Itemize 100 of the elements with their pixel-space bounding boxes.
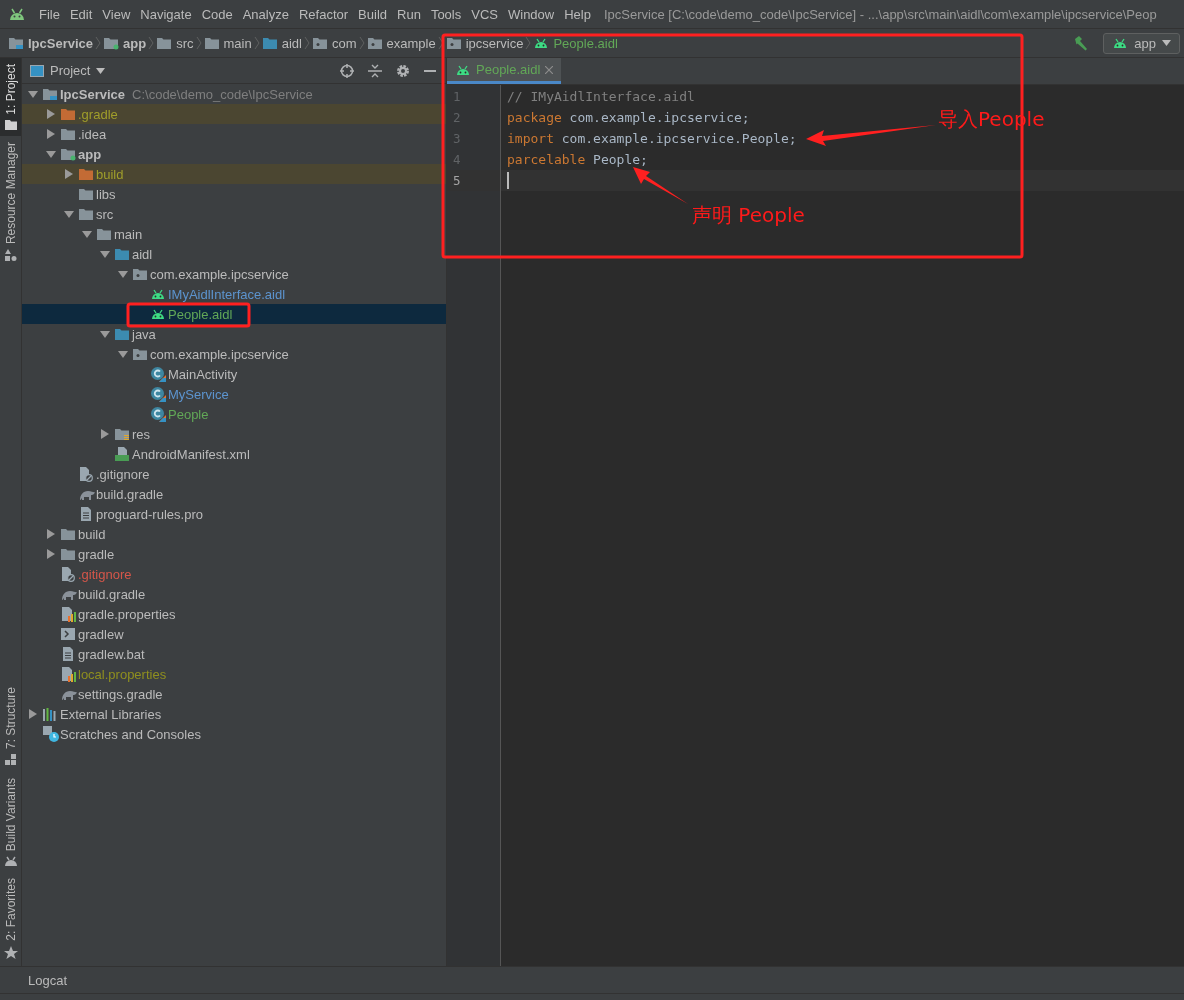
tree-row[interactable]: IMyAidlInterface.aidl (22, 284, 446, 304)
tree-row[interactable]: local.properties (22, 664, 446, 684)
expand-arrow-icon[interactable] (46, 129, 56, 139)
tool-window-tab[interactable]: 2: Favorites (0, 872, 21, 966)
annotation-arrow (633, 167, 688, 204)
tree-row[interactable]: gradlew.bat (22, 644, 446, 664)
tree-row[interactable]: gradle (22, 544, 446, 564)
tree-row[interactable]: People.aidl (22, 304, 446, 324)
expand-arrow-icon[interactable] (100, 429, 110, 439)
run-configuration-dropdown[interactable]: app (1103, 32, 1180, 54)
tree-row[interactable]: com.example.ipcservice (22, 344, 446, 364)
breadcrumb[interactable]: IpcService (8, 35, 94, 51)
android-icon (533, 37, 550, 49)
breadcrumb[interactable]: example (366, 35, 436, 51)
tree-row[interactable]: People (22, 404, 446, 424)
hammer-icon[interactable] (1073, 35, 1090, 51)
tree-row[interactable]: build (22, 164, 446, 184)
close-icon[interactable] (545, 65, 554, 74)
tree-row[interactable]: proguard-rules.pro (22, 504, 446, 524)
tree-item-label: res (132, 426, 151, 442)
menu-item[interactable]: Edit (64, 6, 98, 22)
collapse-arrow-icon[interactable] (100, 329, 110, 339)
project-path: C:\code\demo_code\IpcService (132, 86, 313, 102)
tree-item-label: proguard-rules.pro (96, 506, 203, 522)
expand-arrow-icon[interactable] (64, 169, 74, 179)
tree-item-label: src (96, 206, 114, 222)
tree-row[interactable]: settings.gradle (22, 684, 446, 704)
tree-row[interactable]: java (22, 324, 446, 344)
tree-row[interactable]: IpcService C:\code\demo_code\IpcService (22, 84, 446, 104)
menu-item[interactable]: View (97, 6, 136, 22)
menu-item[interactable]: Run (392, 6, 426, 22)
tree-row[interactable]: build (22, 524, 446, 544)
breadcrumb[interactable]: app (103, 35, 147, 51)
tree-row[interactable]: build.gradle (22, 484, 446, 504)
tree-row[interactable]: com.example.ipcservice (22, 264, 446, 284)
tree-row[interactable]: .gradle (22, 104, 446, 124)
breadcrumb[interactable]: main (203, 35, 252, 51)
breadcrumb[interactable]: aidl (261, 35, 302, 51)
expand-arrow-icon[interactable] (46, 529, 56, 539)
menu-item[interactable]: File (34, 6, 65, 22)
tree-item-label: java (132, 326, 156, 342)
collapse-arrow-icon[interactable] (118, 269, 128, 279)
settings-icon[interactable] (396, 63, 410, 78)
breadcrumb[interactable]: com (311, 35, 357, 51)
tree-row[interactable]: src (22, 204, 446, 224)
tree-row[interactable]: app (22, 144, 446, 164)
tree-row[interactable]: Scratches and Consoles (22, 724, 446, 744)
tree-row[interactable]: .gitignore (22, 464, 446, 484)
tree-row[interactable]: gradlew (22, 624, 446, 644)
collapse-arrow-icon[interactable] (46, 149, 56, 159)
menu-item[interactable]: Build (353, 6, 392, 22)
breadcrumb[interactable]: src (156, 35, 194, 51)
menu-item[interactable]: Help (559, 6, 596, 22)
locate-icon[interactable] (340, 63, 354, 78)
breadcrumb[interactable]: ipcservice (445, 35, 524, 51)
folder-icon (96, 227, 112, 241)
scratches-icon (42, 725, 60, 743)
menu-item[interactable]: Navigate (135, 6, 197, 22)
folder-icon (156, 36, 173, 50)
tree-row[interactable]: res (22, 424, 446, 444)
tool-window-tab[interactable]: 1: Project (0, 58, 21, 136)
tool-window-tab[interactable]: Build Variants (0, 772, 21, 873)
package-folder-icon (132, 347, 148, 361)
tree-row[interactable]: External Libraries (22, 704, 446, 724)
chevron-icon (148, 36, 155, 50)
tree-row[interactable]: AndroidManifest.xml (22, 444, 446, 464)
tree-row[interactable]: MainActivity (22, 364, 446, 384)
tree-row[interactable]: main (22, 224, 446, 244)
module-folder-icon (60, 147, 76, 161)
project-view-dropdown[interactable]: Project (30, 63, 106, 78)
breadcrumb[interactable]: People.aidl (533, 35, 618, 51)
menu-item[interactable]: VCS (466, 6, 503, 22)
chevron-icon (95, 36, 102, 50)
collapse-arrow-icon[interactable] (28, 89, 38, 99)
expand-arrow-icon[interactable] (46, 549, 56, 559)
tree-row[interactable]: gradle.properties (22, 604, 446, 624)
tree-row[interactable]: .idea (22, 124, 446, 144)
collapse-arrow-icon[interactable] (100, 249, 110, 259)
tool-window-tab[interactable]: Resource Manager (0, 135, 21, 267)
collapse-arrow-icon[interactable] (118, 349, 128, 359)
tool-window-tab[interactable]: Logcat (28, 972, 68, 988)
menu-item[interactable]: Tools (425, 6, 467, 22)
collapse-all-icon[interactable] (368, 63, 382, 78)
expand-arrow-icon[interactable] (28, 709, 38, 719)
menu-item[interactable]: Refactor (293, 6, 354, 22)
menu-item[interactable]: Code (196, 6, 238, 22)
folder-icon (60, 547, 76, 561)
tree-row[interactable]: build.gradle (22, 584, 446, 604)
tree-item-label: .gitignore (96, 466, 150, 482)
tree-row[interactable]: libs (22, 184, 446, 204)
collapse-arrow-icon[interactable] (64, 209, 74, 219)
expand-arrow-icon[interactable] (46, 109, 56, 119)
tree-item-label: MainActivity (168, 366, 238, 382)
folder-icon (60, 127, 76, 141)
tool-window-tab[interactable]: 7: Structure (0, 681, 21, 773)
tree-row[interactable]: MyService (22, 384, 446, 404)
tree-row[interactable]: aidl (22, 244, 446, 264)
collapse-arrow-icon[interactable] (82, 229, 92, 239)
menu-item[interactable]: Analyze (237, 6, 294, 22)
menu-item[interactable]: Window (502, 6, 560, 22)
